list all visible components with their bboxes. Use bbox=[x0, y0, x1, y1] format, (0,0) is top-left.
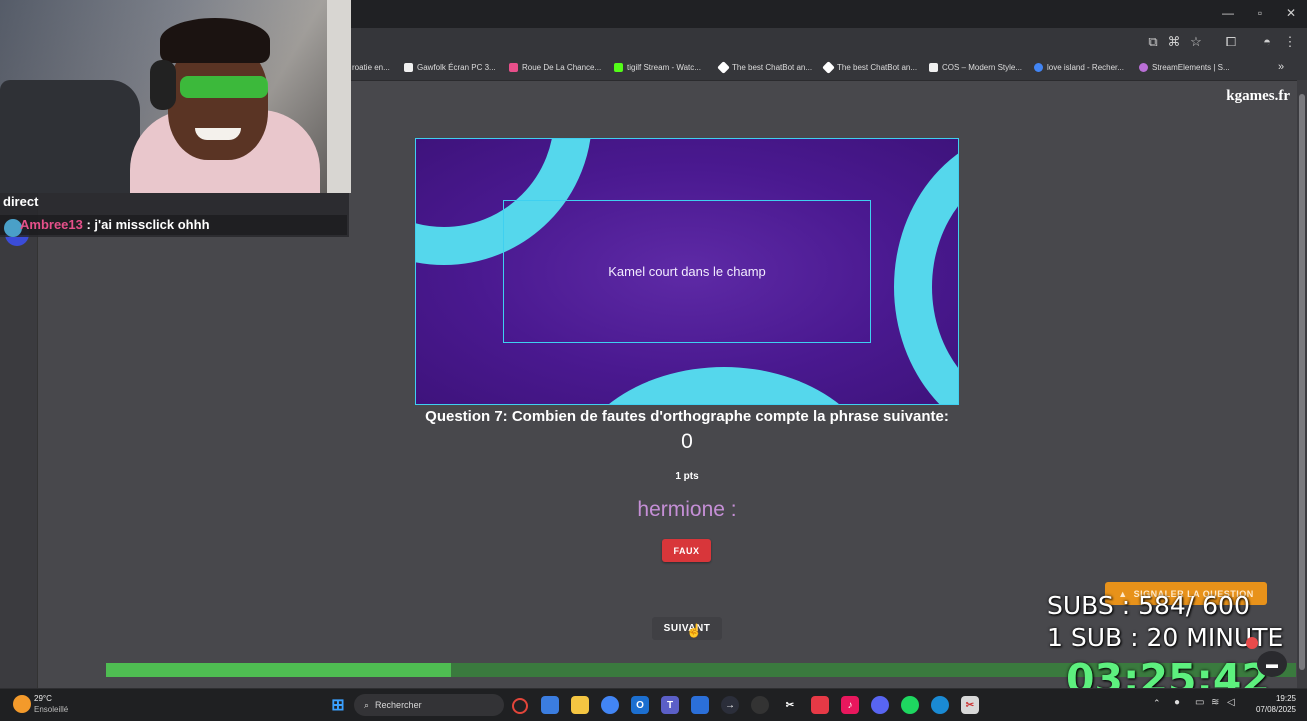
profile-icon[interactable]: ◓ bbox=[1259, 34, 1275, 49]
question-text: Question 7: Combien de fautes d'orthogra… bbox=[425, 408, 949, 425]
extensions-icon[interactable]: ⧠ bbox=[1223, 34, 1239, 50]
faux-badge: FAUX bbox=[662, 539, 711, 562]
bookmark-item[interactable]: COS – Modern Style... bbox=[929, 60, 1022, 74]
question-card: Kamel court dans le champ bbox=[415, 138, 959, 405]
obs-icon[interactable] bbox=[751, 696, 769, 714]
chat-message: Ambree13 : j'ai missclick ohhh bbox=[20, 217, 210, 232]
bookmark-label: COS – Modern Style... bbox=[942, 62, 1023, 72]
volume-icon[interactable]: ◁ bbox=[1227, 697, 1235, 708]
outlook-icon[interactable]: O bbox=[631, 696, 649, 714]
opera-icon[interactable] bbox=[512, 698, 528, 714]
bookmark-item[interactable]: tigilf Stream - Watc... bbox=[614, 60, 701, 74]
bookmark-item[interactable]: love island - Recher... bbox=[1034, 60, 1124, 74]
menu-icon[interactable]: ⋮ bbox=[1282, 34, 1298, 50]
windows-taskbar: 29°C Ensoleillé ⊞ ⌕ Rechercher O T → ✂ ♪… bbox=[0, 688, 1307, 721]
clock-date[interactable]: 07/08/2025 bbox=[1248, 705, 1296, 714]
start-windows-icon[interactable]: ⊞ bbox=[329, 696, 347, 714]
bookmark-favicon-icon bbox=[717, 60, 730, 74]
bookmark-favicon-icon bbox=[1034, 62, 1043, 72]
progress-fill bbox=[106, 663, 452, 677]
bookmark-label: roatie en... bbox=[352, 62, 390, 72]
minimize-icon[interactable]: — bbox=[1218, 6, 1238, 20]
bookmark-favicon-icon bbox=[1139, 62, 1148, 72]
spotify-icon[interactable] bbox=[901, 696, 919, 714]
file-explorer-icon[interactable] bbox=[571, 696, 589, 714]
bookmark-label: The best ChatBot an... bbox=[837, 62, 918, 72]
app-red-icon[interactable] bbox=[811, 696, 829, 714]
wifi-icon[interactable]: ≋ bbox=[1211, 697, 1219, 708]
weather-sun-icon[interactable] bbox=[13, 695, 31, 713]
microphone-icon[interactable]: ● bbox=[1174, 697, 1180, 708]
bookmark-label: Roue De La Chance... bbox=[522, 62, 602, 72]
scrollbar-thumb[interactable] bbox=[1299, 94, 1305, 670]
capcut-icon[interactable]: ✂ bbox=[781, 696, 799, 714]
bookmark-item[interactable]: Gawfolk Écran PC 3... bbox=[404, 60, 496, 74]
decor-circle bbox=[566, 367, 882, 404]
bookmark-favicon-icon bbox=[509, 62, 518, 72]
tiktok-icon[interactable]: ♪ bbox=[841, 696, 859, 714]
search-icon: ⌕ bbox=[364, 699, 370, 710]
photos-icon[interactable] bbox=[541, 696, 559, 714]
subs-counter: SUBS : 584/ 600 bbox=[1047, 591, 1250, 620]
site-brand[interactable]: kgames.fr bbox=[1180, 88, 1290, 105]
player-name: hermione : bbox=[637, 498, 737, 521]
teams-icon[interactable]: T bbox=[661, 696, 679, 714]
decor-circle bbox=[894, 139, 958, 404]
search-placeholder: Rechercher bbox=[375, 700, 422, 710]
snipping-tool-icon[interactable]: ✂ bbox=[961, 696, 979, 714]
more-bookmarks-icon[interactable]: » bbox=[1278, 60, 1284, 74]
edge-icon[interactable] bbox=[931, 696, 949, 714]
app-icon[interactable] bbox=[691, 696, 709, 714]
media-icon[interactable]: → bbox=[721, 696, 739, 714]
headset bbox=[150, 60, 176, 110]
answer-value: 0 bbox=[681, 430, 693, 453]
person-hair bbox=[160, 18, 270, 63]
bookmark-favicon-icon bbox=[404, 62, 413, 72]
bookmark-label: StreamElements | S... bbox=[1152, 62, 1230, 72]
discord-icon[interactable] bbox=[871, 696, 889, 714]
webcam-feed bbox=[0, 0, 351, 193]
restore-icon[interactable]: ▫ bbox=[1250, 6, 1270, 20]
bookmark-item[interactable]: Roue De La Chance... bbox=[509, 60, 601, 74]
page-scrollbar[interactable] bbox=[1297, 80, 1307, 688]
cast-icon[interactable]: ⧉ bbox=[1145, 34, 1161, 50]
chat-username: Ambree13 bbox=[20, 217, 83, 232]
bookmark-label: Gawfolk Écran PC 3... bbox=[417, 62, 496, 72]
mouse-cursor-icon: ☝ bbox=[686, 623, 703, 638]
gaming-chair bbox=[0, 80, 140, 193]
close-icon[interactable]: ✕ bbox=[1281, 6, 1301, 20]
chrome-icon[interactable] bbox=[601, 696, 619, 714]
bookmark-label: tigilf Stream - Watc... bbox=[627, 62, 701, 72]
chat-overlay: direct Ambree13 : j'ai missclick ohhh bbox=[0, 193, 349, 237]
bookmark-favicon-icon bbox=[614, 62, 623, 72]
points-value: 1 pts bbox=[675, 471, 699, 482]
bookmark-item[interactable]: StreamElements | S... bbox=[1139, 60, 1230, 74]
sentence-box: Kamel court dans le champ bbox=[503, 200, 871, 343]
chat-header: direct bbox=[3, 194, 39, 209]
quiz-sentence: Kamel court dans le champ bbox=[608, 264, 766, 279]
chat-text: : j'ai missclick ohhh bbox=[82, 217, 210, 232]
clock-time[interactable]: 19:25 bbox=[1248, 694, 1296, 703]
weather-desc[interactable]: Ensoleillé bbox=[34, 705, 68, 714]
bookmark-label: The best ChatBot an... bbox=[732, 62, 813, 72]
faux-label: FAUX bbox=[673, 545, 700, 556]
smile bbox=[195, 128, 241, 140]
taskbar-search[interactable]: ⌕ Rechercher bbox=[354, 694, 504, 716]
bookmark-item[interactable]: The best ChatBot an... bbox=[822, 60, 918, 74]
display-icon[interactable]: ▭ bbox=[1195, 697, 1204, 708]
translate-icon[interactable]: ⌘ bbox=[1166, 34, 1182, 50]
bookmark-item[interactable]: roatie en... bbox=[352, 60, 390, 74]
tray-chevron-icon[interactable]: ⌃ bbox=[1153, 698, 1161, 709]
bookmark-item[interactable]: The best ChatBot an... bbox=[717, 60, 813, 74]
bookmark-favicon-icon bbox=[822, 60, 835, 74]
notification-dot-icon bbox=[1246, 637, 1258, 649]
bookmark-label: love island - Recher... bbox=[1047, 62, 1124, 72]
green-glasses bbox=[180, 76, 268, 98]
star-icon[interactable]: ☆ bbox=[1188, 34, 1204, 50]
weather-temp[interactable]: 29°C bbox=[34, 694, 52, 703]
bookmark-favicon-icon bbox=[929, 62, 938, 72]
chat-bubble-icon[interactable]: ▬ bbox=[1257, 651, 1287, 677]
